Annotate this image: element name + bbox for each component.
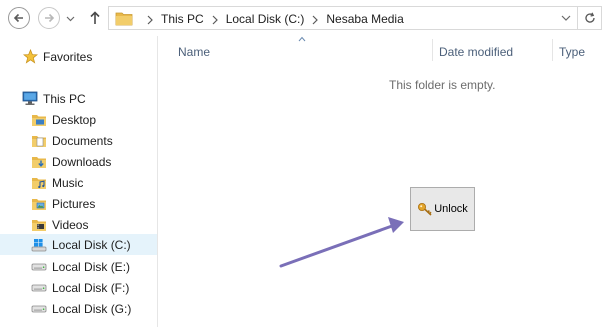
nav-item-local-disk-e[interactable]: Local Disk (E:) [0,256,157,277]
unlock-button[interactable]: Unlock [410,187,475,231]
nav-item-music[interactable]: Music [0,172,157,193]
desktop-folder-icon [31,112,47,128]
breadcrumb: This PC Local Disk (C:) Nesaba Media [139,11,404,27]
drive-icon [31,259,47,275]
nav-item-documents[interactable]: Documents [0,130,157,151]
breadcrumb-nesaba-media[interactable]: Nesaba Media [326,12,403,26]
nav-item-videos[interactable]: Videos [0,214,157,235]
chevron-right-icon [147,14,153,25]
nav-item-local-disk-g[interactable]: Local Disk (G:) [0,298,157,319]
nav-item-label: Local Disk (C:) [52,237,131,252]
column-header-type[interactable]: Type [559,41,607,63]
address-toolbar: This PC Local Disk (C:) Nesaba Media [0,0,610,36]
nav-item-label: Favorites [43,49,93,64]
chevron-right-icon[interactable] [212,14,218,25]
empty-folder-message: This folder is empty. [389,78,496,92]
nav-item-label: Local Disk (F:) [52,280,130,295]
drive-icon [31,301,47,317]
column-header-name[interactable]: Name [178,41,428,63]
nav-item-pictures[interactable]: Pictures [0,193,157,214]
column-divider[interactable] [432,39,433,61]
pictures-folder-icon [31,196,47,212]
back-button[interactable] [8,7,30,29]
nav-item-label: Documents [52,133,113,148]
address-bar[interactable]: This PC Local Disk (C:) Nesaba Media [108,6,602,30]
arrow-up-icon [90,11,100,24]
nav-item-local-disk-f[interactable]: Local Disk (F:) [0,277,157,298]
nav-item-desktop[interactable]: Desktop [0,109,157,130]
navigation-pane: Favorites This PC Desktop Documents Down… [0,36,158,327]
chevron-down-icon[interactable] [561,13,571,23]
computer-icon [22,91,38,107]
nav-item-label: This PC [43,91,86,106]
drive-icon [31,280,47,296]
downloads-folder-icon [31,154,47,170]
music-folder-icon [31,175,47,191]
arrow-left-icon [13,13,23,23]
column-divider[interactable] [552,39,553,61]
column-header-date-modified[interactable]: Date modified [439,41,549,63]
nav-item-local-disk-c[interactable]: Local Disk (C:) [0,234,157,255]
nav-item-downloads[interactable]: Downloads [0,151,157,172]
refresh-icon [584,12,595,23]
nav-item-label: Pictures [52,196,96,211]
nav-item-label: Local Disk (G:) [52,301,132,316]
nav-item-this-pc[interactable]: This PC [0,88,157,109]
forward-button[interactable] [38,7,60,29]
recent-locations-dropdown[interactable] [65,14,75,24]
nav-item-label: Music [52,175,84,190]
nav-item-label: Downloads [52,154,112,169]
unlock-button-label: Unlock [434,203,468,215]
refresh-button[interactable] [577,7,601,29]
nav-item-favorites[interactable]: Favorites [0,46,157,67]
documents-folder-icon [31,133,47,149]
nav-item-label: Videos [52,217,89,232]
nav-item-label: Desktop [52,112,97,127]
nav-item-label: Local Disk (E:) [52,259,131,274]
chevron-down-icon [66,16,74,22]
breadcrumb-local-disk-c[interactable]: Local Disk (C:) [226,12,305,26]
arrow-right-icon [45,13,55,23]
breadcrumb-this-pc[interactable]: This PC [161,12,204,26]
up-button[interactable] [86,9,104,27]
videos-folder-icon [31,217,47,233]
folder-icon [115,12,133,26]
chevron-right-icon[interactable] [312,14,319,25]
star-icon [22,49,38,65]
windows-drive-icon [31,237,47,253]
file-list-pane[interactable]: Name Date modified Type This folder is e… [159,36,610,327]
key-icon [418,203,432,216]
